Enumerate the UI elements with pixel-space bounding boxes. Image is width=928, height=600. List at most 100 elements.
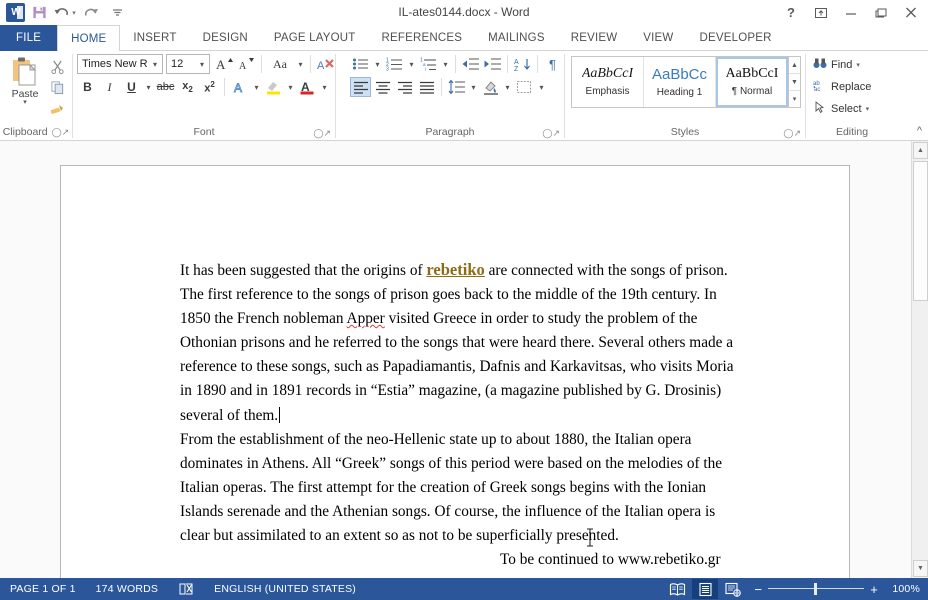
justify-button[interactable] — [416, 77, 437, 97]
grow-font-icon[interactable]: A — [214, 54, 235, 74]
document-text[interactable]: It has been suggested that the origins o… — [180, 258, 740, 572]
find-caret-icon[interactable]: ▾ — [856, 61, 860, 69]
format-painter-button[interactable] — [46, 98, 68, 118]
numbering-caret-icon[interactable]: ▾ — [406, 60, 417, 69]
tab-review[interactable]: REVIEW — [558, 25, 631, 51]
decrease-indent-icon[interactable] — [460, 54, 481, 74]
bold-button[interactable]: B — [77, 77, 98, 97]
text-effects-caret-icon[interactable]: ▾ — [251, 83, 262, 92]
subscript-button[interactable]: x2 — [177, 77, 198, 97]
highlight-color-icon[interactable] — [263, 77, 284, 97]
close-button[interactable] — [896, 0, 926, 25]
shrink-font-icon[interactable]: A — [236, 54, 257, 74]
tab-view[interactable]: VIEW — [630, 25, 686, 51]
clipboard-dialog-launcher[interactable]: ◯↗ — [52, 127, 70, 138]
tab-home[interactable]: HOME — [57, 25, 121, 52]
vertical-scrollbar[interactable]: ▲ ▼ — [911, 141, 928, 578]
zoom-out-button[interactable]: − — [754, 582, 762, 597]
line-spacing-icon[interactable] — [446, 77, 467, 97]
scrollbar-thumb[interactable] — [913, 161, 928, 301]
multilevel-caret-icon[interactable]: ▾ — [440, 60, 451, 69]
tab-developer[interactable]: DEVELOPER — [686, 25, 784, 51]
zoom-in-button[interactable]: + — [870, 582, 878, 597]
help-button[interactable]: ? — [776, 0, 806, 25]
paste-button[interactable]: Paste ▾ — [4, 54, 46, 106]
font-size-input[interactable]: 12 ▾ — [166, 54, 210, 74]
zoom-track[interactable] — [768, 583, 865, 595]
change-case-caret-icon[interactable]: ▾ — [295, 60, 306, 69]
zoom-level[interactable]: 100% — [886, 583, 920, 595]
find-button[interactable]: Find ▾ — [810, 54, 874, 75]
save-icon[interactable] — [27, 2, 51, 24]
cut-button[interactable] — [46, 56, 68, 76]
highlight-caret-icon[interactable]: ▾ — [285, 83, 296, 92]
styles-dialog-launcher[interactable]: ◯↗ — [783, 128, 801, 139]
align-left-button[interactable] — [350, 77, 371, 97]
undo-icon[interactable]: ▾ — [53, 2, 77, 24]
zoom-slider[interactable]: − + — [748, 582, 884, 597]
redo-icon[interactable] — [79, 2, 103, 24]
strikethrough-button[interactable]: abc — [155, 77, 176, 97]
paste-caret-icon[interactable]: ▾ — [23, 99, 27, 106]
font-name-input[interactable]: Times New Ro ▾ — [77, 54, 163, 74]
select-button[interactable]: Select ▾ — [810, 98, 874, 119]
select-caret-icon[interactable]: ▾ — [866, 105, 870, 113]
document-page[interactable]: It has been suggested that the origins o… — [60, 165, 850, 595]
styles-more-button[interactable]: ▾ — [789, 91, 800, 107]
underline-caret-icon[interactable]: ▾ — [143, 83, 154, 92]
italic-button[interactable]: I — [99, 77, 120, 97]
collapse-ribbon-button[interactable]: ^ — [917, 125, 922, 137]
print-layout-button[interactable] — [692, 579, 719, 599]
styles-scroll-up-button[interactable]: ▲ — [789, 57, 800, 74]
web-layout-button[interactable] — [720, 579, 746, 599]
word-count[interactable]: 174 WORDS — [86, 578, 168, 600]
zoom-thumb[interactable] — [814, 583, 818, 595]
tab-mailings[interactable]: MAILINGS — [475, 25, 558, 51]
borders-caret-icon[interactable]: ▾ — [536, 83, 547, 92]
scroll-up-button[interactable]: ▲ — [913, 142, 928, 159]
replace-button[interactable]: ab ac Replace — [810, 76, 874, 97]
font-color-caret-icon[interactable]: ▾ — [319, 83, 330, 92]
tab-insert[interactable]: INSERT — [120, 25, 189, 51]
font-size-caret-icon[interactable]: ▾ — [195, 60, 209, 69]
paragraph-dialog-launcher[interactable]: ◯↗ — [542, 128, 560, 139]
style-item-normal[interactable]: AaBbCcI ¶ Normal — [716, 57, 788, 107]
font-name-caret-icon[interactable]: ▾ — [148, 60, 162, 69]
font-dialog-launcher[interactable]: ◯↗ — [313, 128, 331, 139]
superscript-button[interactable]: x2 — [199, 77, 220, 97]
scroll-down-button[interactable]: ▼ — [913, 560, 928, 577]
line-spacing-caret-icon[interactable]: ▾ — [468, 83, 479, 92]
text-effects-icon[interactable]: A — [229, 77, 250, 97]
align-center-button[interactable] — [372, 77, 393, 97]
underline-button[interactable]: U — [121, 77, 142, 97]
borders-icon[interactable] — [514, 77, 535, 97]
style-item-heading-1[interactable]: AaBbCс Heading 1 — [644, 57, 716, 107]
proofing-errors-icon[interactable] — [168, 578, 204, 600]
minimize-button[interactable] — [836, 0, 866, 25]
sort-icon[interactable]: AZ — [512, 54, 533, 74]
read-mode-button[interactable] — [664, 579, 690, 599]
font-color-icon[interactable]: A — [297, 77, 318, 97]
shading-caret-icon[interactable]: ▾ — [502, 83, 513, 92]
change-case-icon[interactable]: Aa — [266, 54, 294, 74]
shading-icon[interactable] — [480, 77, 501, 97]
tab-references[interactable]: REFERENCES — [369, 25, 476, 51]
clear-formatting-icon[interactable]: A — [315, 54, 336, 74]
styles-scroll-down-button[interactable]: ▼ — [789, 74, 800, 91]
tab-design[interactable]: DESIGN — [190, 25, 261, 51]
restore-button[interactable] — [866, 0, 896, 25]
increase-indent-icon[interactable] — [482, 54, 503, 74]
ribbon-display-options-button[interactable] — [806, 0, 836, 25]
tab-file[interactable]: FILE — [0, 25, 58, 51]
show-paragraph-marks-icon[interactable]: ¶ — [542, 54, 563, 74]
tab-page-layout[interactable]: PAGE LAYOUT — [261, 25, 369, 51]
bullets-caret-icon[interactable]: ▾ — [372, 60, 383, 69]
numbering-icon[interactable]: 123 — [384, 54, 405, 74]
language-indicator[interactable]: ENGLISH (UNITED STATES) — [204, 578, 366, 600]
customize-quick-access-icon[interactable] — [105, 2, 129, 24]
style-item-emphasis[interactable]: AaBbCcI Emphasis — [572, 57, 644, 107]
align-right-button[interactable] — [394, 77, 415, 97]
page-indicator[interactable]: PAGE 1 OF 1 — [0, 578, 86, 600]
copy-button[interactable] — [46, 77, 68, 97]
multilevel-list-icon[interactable]: 1ai — [418, 54, 439, 74]
